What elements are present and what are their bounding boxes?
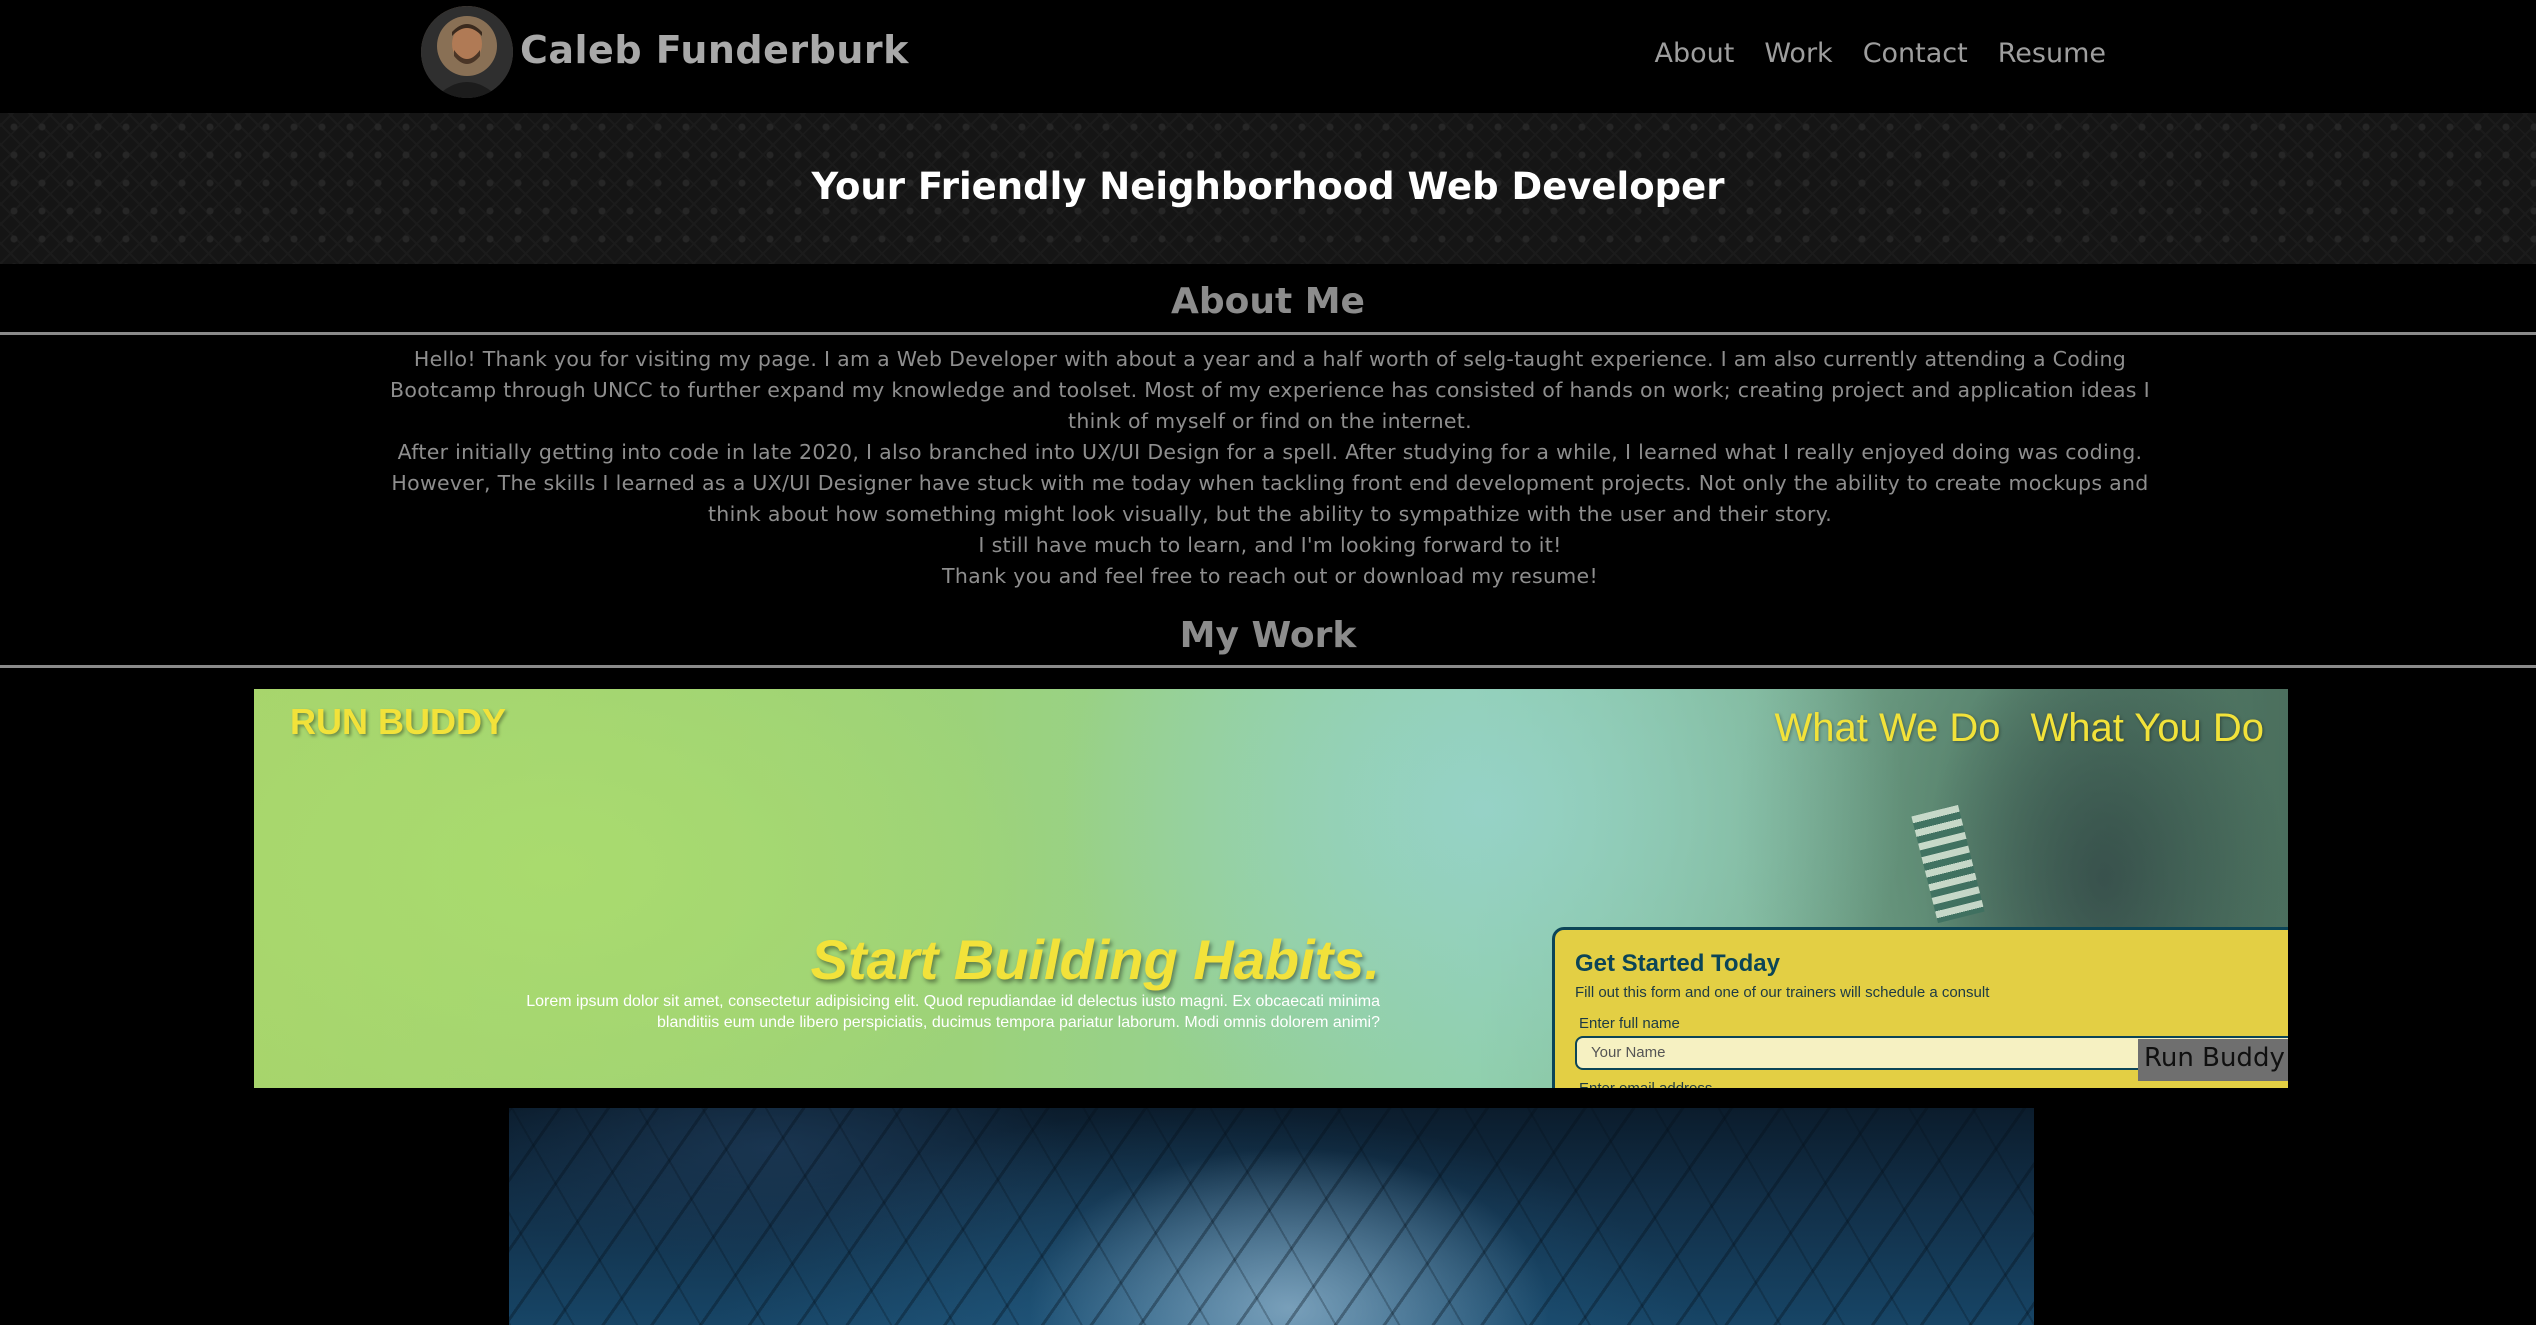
about-paragraph: Hello! Thank you for visiting my page. I… bbox=[390, 347, 2150, 433]
work-divider bbox=[0, 665, 2536, 668]
profile-photo bbox=[421, 6, 513, 98]
nav-resume[interactable]: Resume bbox=[1998, 38, 2106, 69]
preview-headline: Start Building Habits. bbox=[810, 928, 1380, 991]
preview-nav-item: What You Do bbox=[2030, 706, 2265, 750]
site-header: Caleb Funderburk About Work Contact Resu… bbox=[0, 0, 2536, 113]
about-paragraph: After initially getting into code in lat… bbox=[391, 440, 2149, 526]
hero-title: Your Friendly Neighborhood Web Developer bbox=[811, 165, 1725, 208]
nav-contact[interactable]: Contact bbox=[1863, 38, 1968, 69]
forest-branches bbox=[509, 1108, 2034, 1325]
project-card-run-buddy[interactable]: RUN BUDDY What We Do What You Do Start B… bbox=[254, 689, 2288, 1088]
about-heading: About Me bbox=[1171, 281, 1365, 322]
preview-logo: RUN BUDDY bbox=[290, 701, 506, 742]
avatar bbox=[421, 6, 513, 98]
preview-form-title: Get Started Today bbox=[1575, 950, 1780, 977]
preview-nav-item: What We Do bbox=[1774, 706, 2001, 750]
about-divider bbox=[0, 332, 2536, 335]
preview-body-text: Lorem ipsum dolor sit amet, consectetur … bbox=[526, 993, 1380, 1031]
nav-about[interactable]: About bbox=[1654, 38, 1734, 69]
main-nav: About Work Contact Resume bbox=[1654, 38, 2106, 69]
hero-banner: Your Friendly Neighborhood Web Developer bbox=[0, 113, 2536, 264]
preview-form-name-label: Enter full name bbox=[1579, 1015, 1680, 1032]
about-body: Hello! Thank you for visiting my page. I… bbox=[390, 344, 2150, 592]
about-paragraph: I still have much to learn, and I'm look… bbox=[978, 533, 1562, 557]
about-paragraph: Thank you and feel free to reach out or … bbox=[942, 564, 1598, 588]
project-caption[interactable]: Run Buddy bbox=[2138, 1039, 2288, 1081]
preview-nav: What We Do What You Do bbox=[1775, 706, 2265, 751]
project-card-forest[interactable] bbox=[509, 1108, 2034, 1325]
nav-work[interactable]: Work bbox=[1764, 38, 1832, 69]
site-name[interactable]: Caleb Funderburk bbox=[520, 28, 909, 72]
work-heading: My Work bbox=[1179, 615, 1357, 656]
preview-form-email-label: Enter email address bbox=[1579, 1080, 2288, 1088]
preview-form-subtitle: Fill out this form and one of our traine… bbox=[1575, 984, 1990, 1001]
